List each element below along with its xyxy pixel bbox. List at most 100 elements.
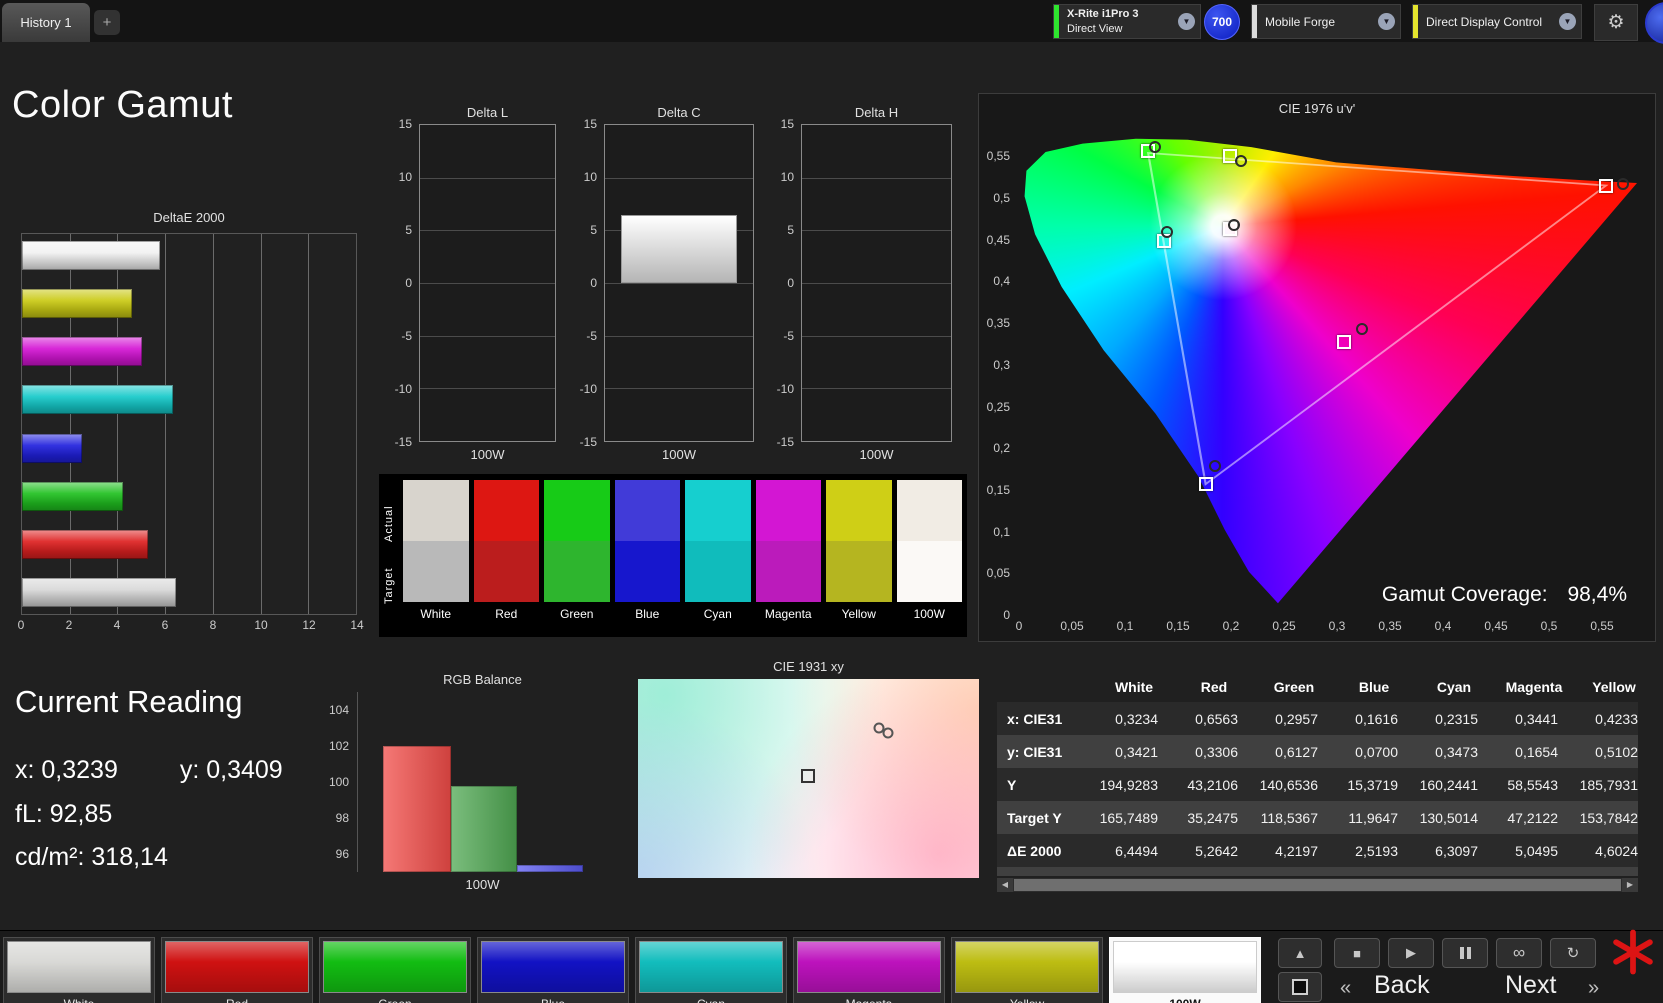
play-icon: ▶ bbox=[1406, 945, 1416, 960]
source-label: Mobile Forge bbox=[1265, 14, 1336, 29]
gridline bbox=[420, 230, 555, 232]
cie-1931-panel: CIE 1931 xy bbox=[638, 659, 979, 878]
color-button-green[interactable]: Green bbox=[319, 937, 471, 1003]
color-button-100w[interactable]: 100W bbox=[1109, 937, 1261, 1003]
actual-swatch bbox=[685, 480, 751, 541]
column-header-magenta: Magenta bbox=[1494, 671, 1574, 702]
actual-swatch bbox=[473, 480, 539, 541]
back-button[interactable]: Back bbox=[1374, 971, 1430, 1000]
link-button[interactable]: ∞ bbox=[1496, 938, 1542, 968]
swatch-label: 100W bbox=[913, 607, 945, 621]
y-tick-label: 0,55 bbox=[986, 149, 1010, 164]
swatch-column-yellow bbox=[826, 480, 892, 602]
column-header-yellow: Yellow bbox=[1574, 671, 1638, 702]
add-tab-button[interactable]: + bbox=[94, 10, 120, 35]
color-swatch bbox=[1113, 941, 1257, 993]
delta-l-y-axis: 15 10 5 0 -5 -10 -15 bbox=[386, 117, 419, 449]
rgb-balance-y-axis: 104 102 100 98 96 bbox=[317, 692, 357, 872]
y-tick-label: -5 bbox=[401, 329, 412, 343]
color-swatch bbox=[797, 941, 941, 993]
table-scrollbar[interactable]: ◀ ▶ bbox=[997, 878, 1638, 892]
back-chevron-icon[interactable]: « bbox=[1340, 977, 1351, 1000]
color-button-blue[interactable]: Blue bbox=[477, 937, 629, 1003]
chevron-down-icon[interactable]: ▼ bbox=[1559, 13, 1576, 30]
gridline bbox=[605, 335, 753, 337]
target-swatch bbox=[544, 541, 610, 602]
swatch-label: Blue bbox=[635, 607, 660, 621]
y-tick-label: 0,35 bbox=[986, 316, 1010, 331]
y-tick-label: 15 bbox=[780, 117, 794, 131]
color-swatch bbox=[7, 941, 151, 993]
row-label: ΔE 2000 bbox=[1007, 842, 1062, 859]
y-tick-label: 15 bbox=[583, 117, 597, 131]
reading-x: x: 0,3239 bbox=[15, 756, 118, 784]
swatch-column-white bbox=[403, 480, 469, 602]
reading-y: y: 0,3409 bbox=[179, 756, 283, 784]
color-button-yellow[interactable]: Yellow bbox=[951, 937, 1103, 1003]
target-swatch bbox=[755, 541, 821, 602]
source-dropdown[interactable]: Mobile Forge ▼ bbox=[1251, 4, 1401, 39]
color-swatch bbox=[955, 941, 1099, 993]
delta-l-plot-area bbox=[419, 124, 556, 442]
scrollbar-thumb[interactable] bbox=[1014, 879, 1621, 891]
play-button[interactable]: ▶ bbox=[1388, 938, 1434, 968]
swatch-column-cyan bbox=[685, 480, 751, 602]
next-button[interactable]: Next bbox=[1505, 971, 1556, 1000]
gridline bbox=[420, 283, 555, 284]
delta-c-y-axis: 15 10 5 0 -5 -10 -15 bbox=[571, 117, 604, 449]
table-cell: 194,9283 bbox=[1099, 776, 1158, 793]
x-tick-label: 0,25 bbox=[1272, 619, 1296, 633]
actual-row-label: Actual bbox=[383, 505, 395, 542]
meter-name: X-Rite i1Pro 3 bbox=[1067, 8, 1139, 21]
column-header-green: Green bbox=[1254, 671, 1334, 702]
pause-button[interactable] bbox=[1442, 938, 1488, 968]
alert-asterisk-icon[interactable] bbox=[1610, 929, 1656, 975]
color-button-label: Yellow bbox=[955, 997, 1099, 1003]
y-tick-label: 0,1 bbox=[993, 524, 1010, 539]
page-title: Color Gamut bbox=[12, 84, 233, 126]
chevron-down-icon[interactable]: ▼ bbox=[1178, 13, 1195, 30]
deltae-bar-white bbox=[22, 577, 176, 607]
app-logo-icon[interactable] bbox=[1645, 2, 1663, 44]
scroll-left-arrow-icon[interactable]: ◀ bbox=[997, 878, 1013, 892]
refresh-button[interactable]: ↻ bbox=[1550, 938, 1596, 968]
table-row: y: CIE31 0,3421 0,3306 0,6127 0,0700 0,3473 0,… bbox=[997, 735, 1638, 768]
color-button-white[interactable]: White bbox=[3, 937, 155, 1003]
table-cell: 0,2957 bbox=[1275, 710, 1318, 727]
deltae-bar-magenta bbox=[22, 337, 143, 367]
scroll-right-arrow-icon[interactable]: ▶ bbox=[1622, 878, 1638, 892]
meter-label: X-Rite i1Pro 3 Direct View bbox=[1059, 7, 1147, 36]
stop-button[interactable]: ■ bbox=[1334, 938, 1380, 968]
delta-h-chart: Delta H 15 10 5 0 -5 -10 -15 100W bbox=[768, 105, 952, 462]
meter-mode: Direct View bbox=[1067, 22, 1123, 35]
settings-button[interactable]: ⚙ bbox=[1594, 4, 1638, 41]
gridline bbox=[605, 388, 753, 390]
delta-l-title: Delta L bbox=[466, 105, 509, 120]
gridline bbox=[420, 177, 555, 179]
color-button-cyan[interactable]: Cyan bbox=[635, 937, 787, 1003]
up-arrow-icon: ▲ bbox=[1293, 945, 1307, 961]
rgb-balance-x-label: 100W bbox=[465, 877, 500, 892]
swatch-label: Green bbox=[560, 607, 594, 621]
color-button-red[interactable]: Red bbox=[161, 937, 313, 1003]
deltae-x-axis: 0 2 4 6 8 10 12 14 bbox=[18, 618, 364, 636]
target-swatch bbox=[473, 541, 539, 602]
green-measured-marker bbox=[1148, 141, 1161, 154]
stop-icon: ■ bbox=[1353, 945, 1361, 961]
next-chevron-icon[interactable]: » bbox=[1588, 977, 1599, 1000]
y-tick-label: 0,15 bbox=[986, 482, 1010, 497]
display-control-dropdown[interactable]: Direct Display Control ▼ bbox=[1412, 4, 1582, 39]
actual-swatch bbox=[544, 480, 610, 541]
current-reading-title: Current Reading bbox=[15, 684, 243, 719]
chevron-down-icon[interactable]: ▼ bbox=[1378, 13, 1395, 30]
tab-history-1[interactable]: History 1 bbox=[2, 3, 90, 42]
y-tick-label: 0,5 bbox=[993, 191, 1010, 206]
deltae-bar-red bbox=[22, 529, 148, 559]
collapse-panel-button[interactable]: ▲ bbox=[1278, 938, 1322, 968]
x-tick-label: 0,2 bbox=[1222, 619, 1240, 633]
meter-dropdown[interactable]: X-Rite i1Pro 3 Direct View ▼ bbox=[1053, 4, 1201, 39]
color-button-magenta[interactable]: Magenta bbox=[793, 937, 945, 1003]
table-cell: 0,3441 bbox=[1515, 710, 1558, 727]
target-luminance-badge[interactable]: 700 bbox=[1204, 4, 1240, 40]
patch-window-button[interactable] bbox=[1278, 972, 1322, 1002]
